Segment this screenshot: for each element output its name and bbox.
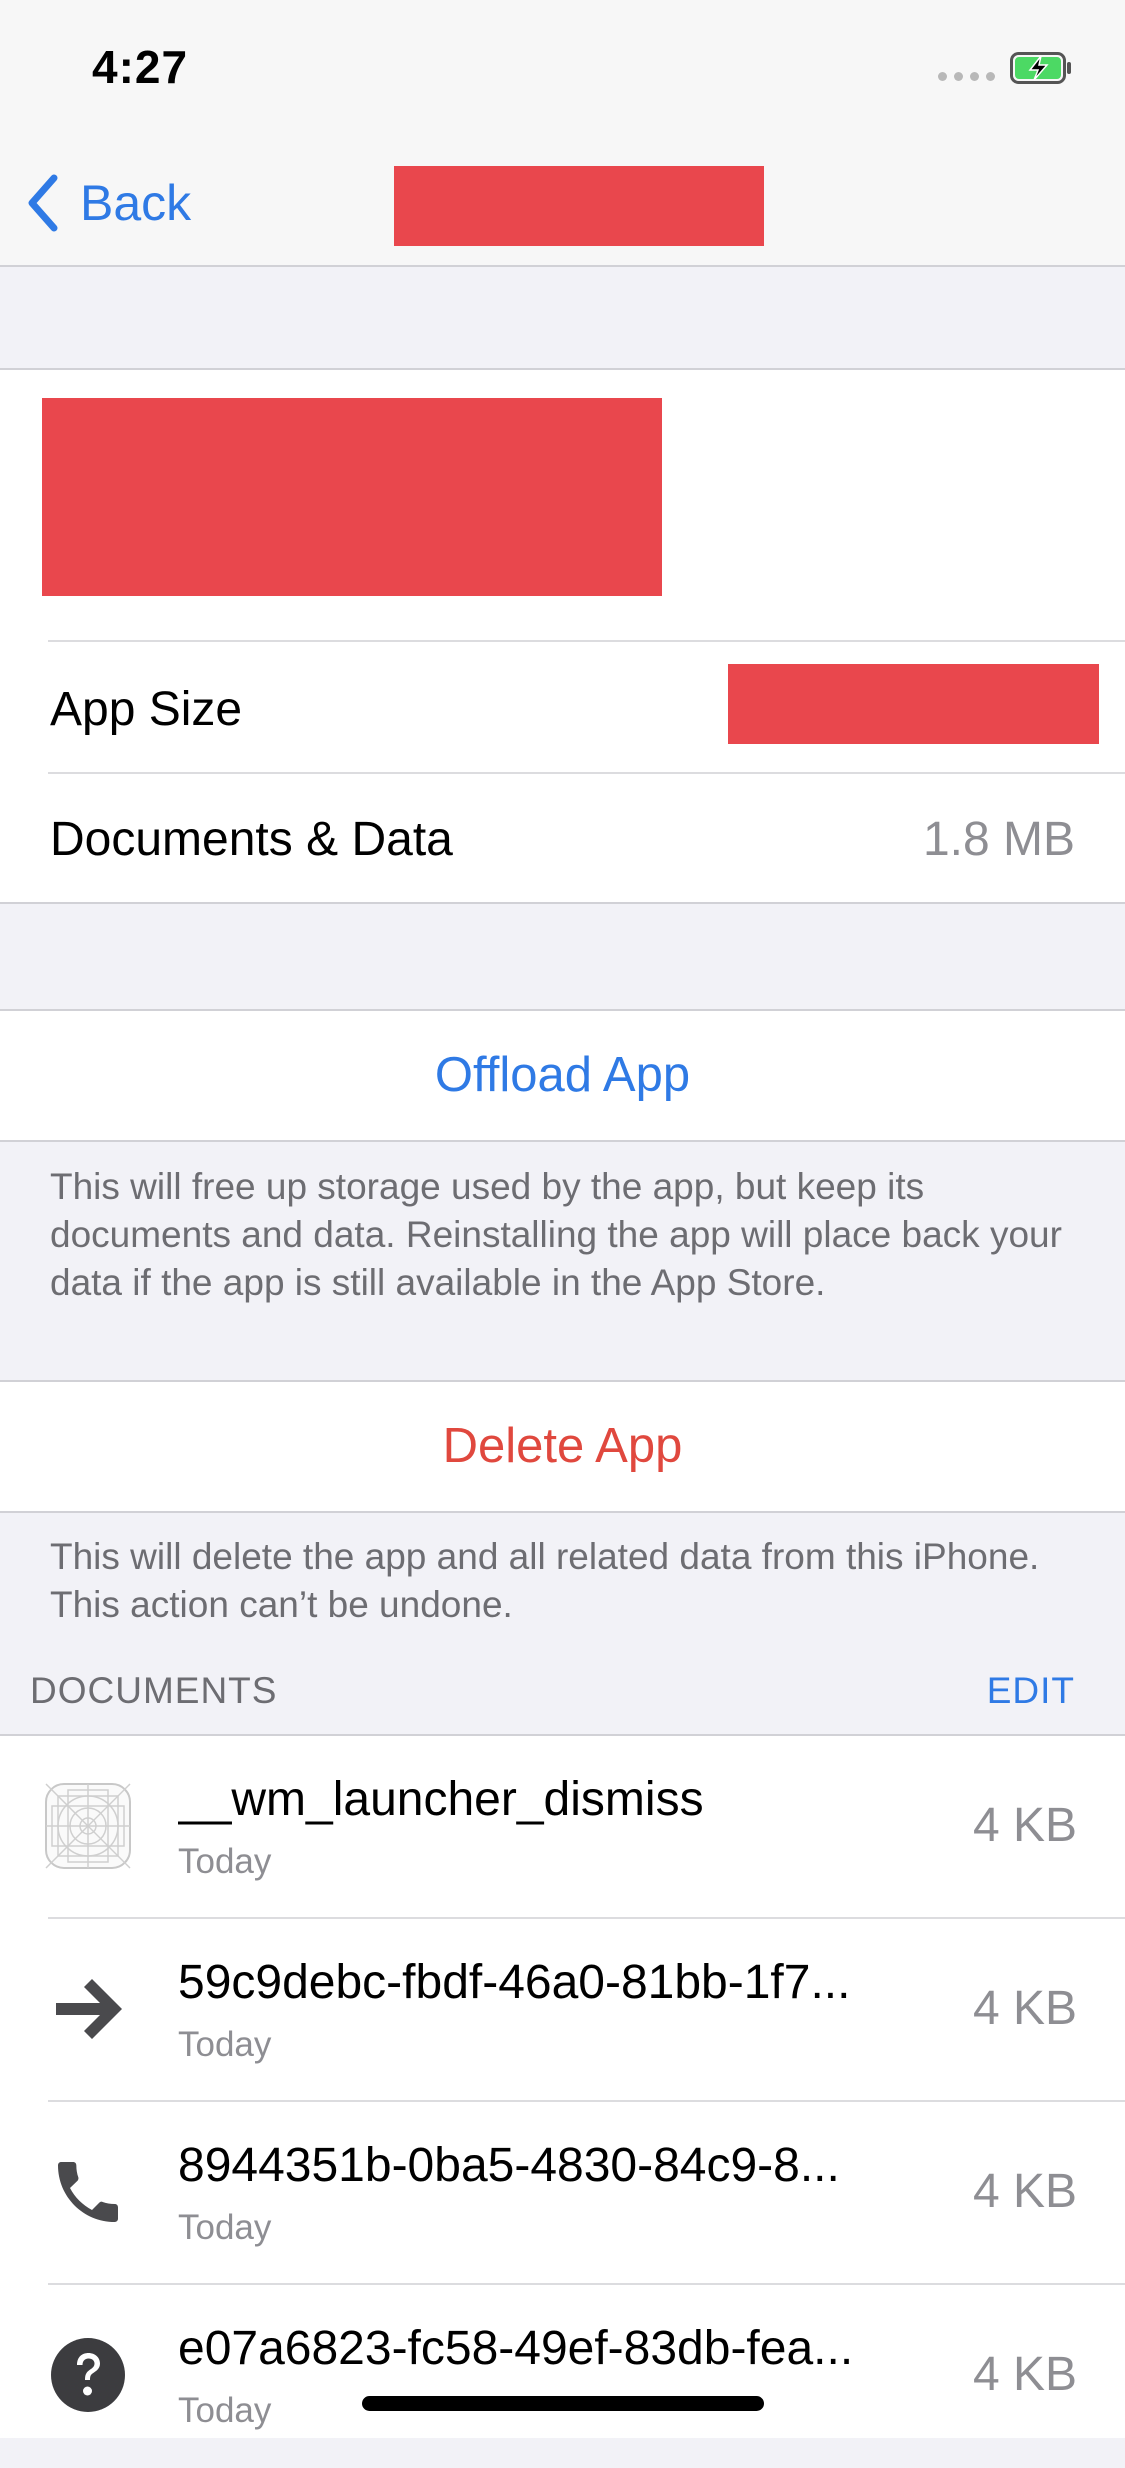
document-size: 4 KB	[972, 1799, 1077, 1852]
document-date: Today	[178, 2208, 272, 2247]
document-name: e07a6823-fc58-49ef-83db-fea...	[178, 2322, 854, 2375]
phone-icon	[44, 2148, 132, 2236]
navigation-bar: Back	[0, 140, 1125, 267]
app-placeholder-icon	[44, 1782, 132, 1870]
document-row[interactable]: __wm_launcher_dismiss Today 4 KB	[0, 1736, 1125, 1919]
offload-app-group: Offload App	[0, 1009, 1125, 1142]
redacted-app-header	[42, 398, 662, 596]
home-indicator[interactable]	[362, 2396, 764, 2411]
battery-charging-icon	[1010, 52, 1071, 84]
back-button[interactable]: Back	[24, 168, 191, 238]
delete-app-footer: This will delete the app and all related…	[50, 1536, 1040, 1625]
documents-list: __wm_launcher_dismiss Today 4 KB 59c9deb…	[0, 1734, 1125, 2438]
offload-app-footer: This will free up storage used by the ap…	[50, 1166, 1062, 1303]
documents-section-header: DOCUMENTS	[30, 1670, 278, 1711]
app-size-label: App Size	[50, 683, 243, 736]
redacted-nav-title	[394, 166, 764, 246]
documents-data-label: Documents & Data	[50, 813, 453, 866]
status-bar: 4:27	[0, 0, 1125, 140]
signal-icon	[938, 72, 995, 81]
delete-app-group: Delete App	[0, 1380, 1125, 1513]
arrow-right-icon	[44, 1965, 132, 2053]
document-row[interactable]: 8944351b-0ba5-4830-84c9-8... Today 4 KB	[0, 2102, 1125, 2285]
question-icon	[44, 2331, 132, 2419]
chevron-left-icon	[28, 174, 58, 232]
document-size: 4 KB	[972, 2165, 1077, 2218]
document-row[interactable]: e07a6823-fc58-49ef-83db-fea... Today 4 K…	[0, 2285, 1125, 2468]
back-label: Back	[80, 175, 192, 231]
documents-data-row: Documents & Data 1.8 MB	[0, 774, 1125, 904]
edit-button[interactable]: EDIT	[987, 1670, 1075, 1712]
document-date: Today	[178, 2391, 272, 2430]
delete-app-button[interactable]: Delete App	[0, 1418, 1125, 1474]
document-row[interactable]: 59c9debc-fbdf-46a0-81bb-1f7... Today 4 K…	[0, 1919, 1125, 2102]
document-name: 59c9debc-fbdf-46a0-81bb-1f7...	[178, 1956, 851, 2009]
document-size: 4 KB	[972, 2348, 1077, 2401]
document-date: Today	[178, 2025, 272, 2064]
document-name: __wm_launcher_dismiss	[178, 1773, 704, 1826]
offload-app-button[interactable]: Offload App	[0, 1047, 1125, 1103]
app-info-group: App Size Documents & Data 1.8 MB	[0, 368, 1125, 904]
document-date: Today	[178, 1842, 272, 1881]
status-time: 4:27	[92, 41, 189, 93]
document-name: 8944351b-0ba5-4830-84c9-8...	[178, 2139, 840, 2192]
app-size-row: App Size	[0, 642, 1125, 774]
redacted-app-size-value	[728, 664, 1099, 744]
document-size: 4 KB	[972, 1982, 1077, 2035]
documents-data-value: 1.8 MB	[922, 813, 1075, 866]
